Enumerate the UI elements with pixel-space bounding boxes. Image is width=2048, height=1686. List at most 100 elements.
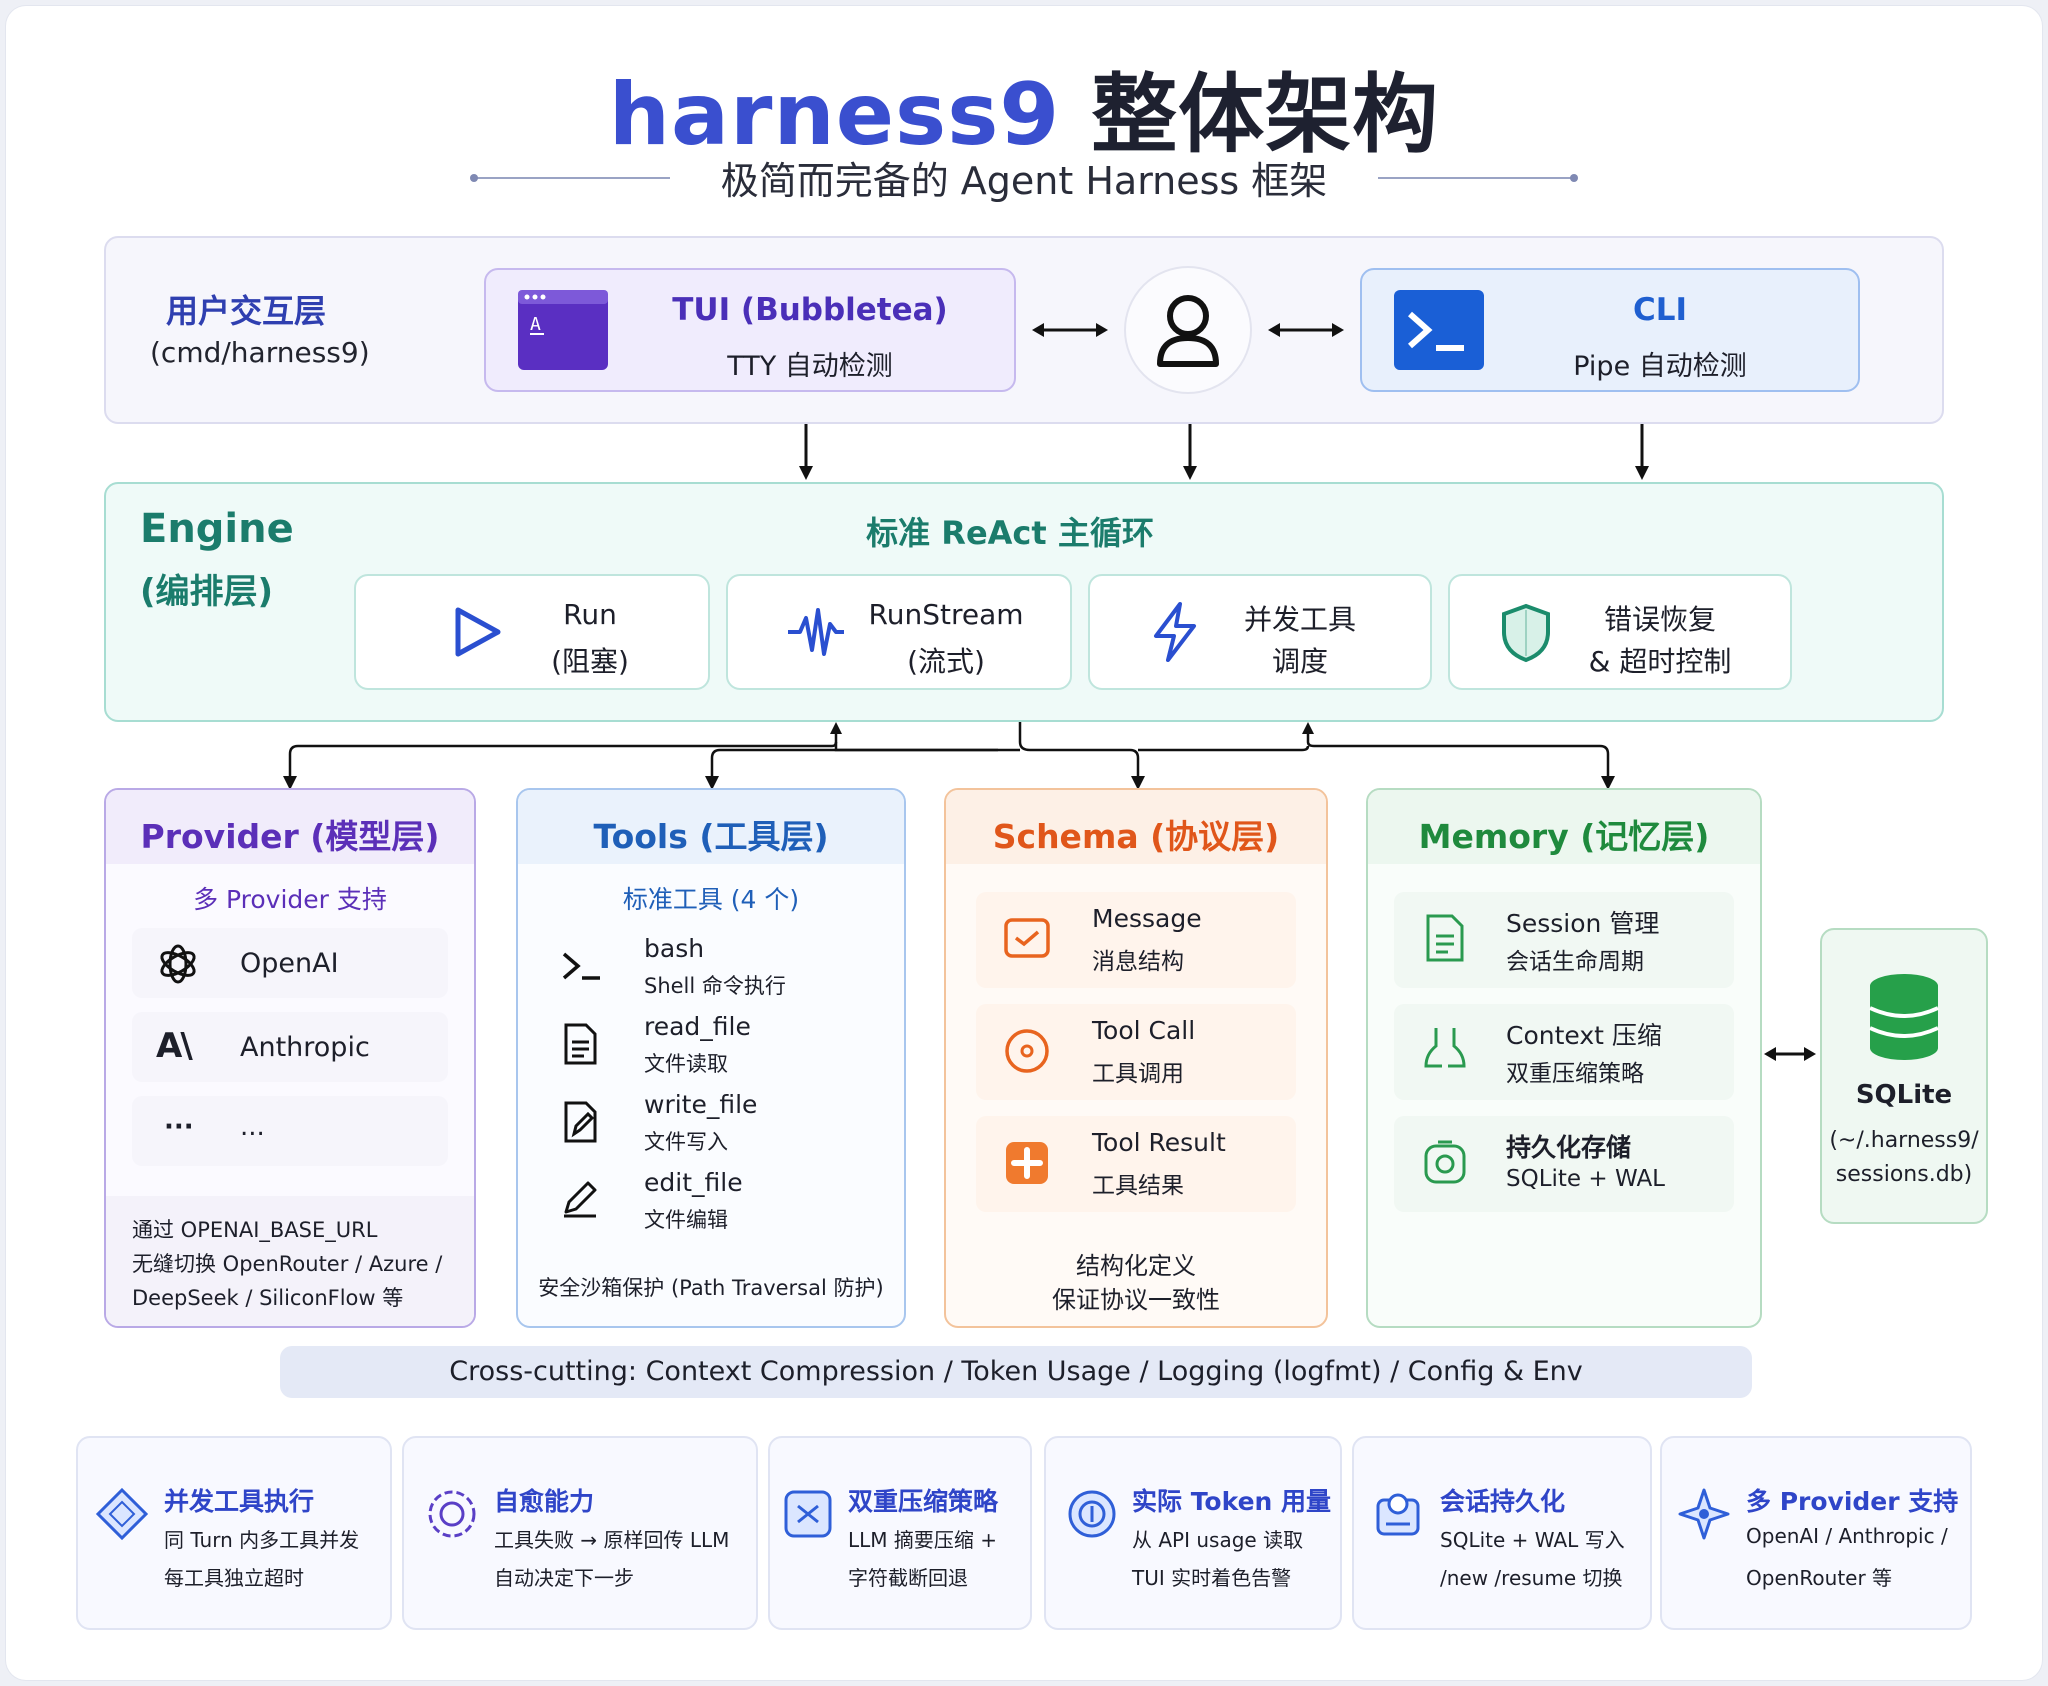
tool-read-desc: 文件读取 — [644, 1052, 728, 1076]
shield-icon — [1498, 602, 1554, 664]
tool-edit-name: edit_file — [644, 1168, 743, 1197]
engine-run-l2: (阻塞) — [551, 645, 629, 678]
engine-recovery-l1: 错误恢复 — [1603, 603, 1716, 636]
engine-loop-title: 标准 ReAct 主循环 — [866, 514, 1154, 552]
memory-context-name: Context 压缩 — [1506, 1021, 1662, 1050]
memory-session-name: Session 管理 — [1506, 909, 1660, 938]
arrow-user-cli — [1266, 318, 1346, 342]
feature-3-title: 双重压缩策略 — [848, 1487, 999, 1516]
tui-window-icon: A — [518, 290, 608, 370]
page-subtitle: 极简而完备的 Agent Harness 框架 — [720, 159, 1328, 203]
engine-run-l1: Run — [563, 598, 617, 631]
feature-5-l2: /new /resume 切换 — [1440, 1566, 1623, 1590]
feature-1-l2: 每工具独立超时 — [164, 1566, 304, 1590]
feature-6-title: 多 Provider 支持 — [1746, 1487, 1959, 1516]
provider-anthropic-name: Anthropic — [240, 1032, 370, 1063]
engine-sub: (编排层) — [140, 572, 274, 612]
feature-4-l2: TUI 实时着色告警 — [1132, 1566, 1292, 1590]
tools-title: Tools (工具层) — [593, 817, 829, 856]
feature-2-title: 自愈能力 — [494, 1487, 595, 1516]
provider-openai-name: OpenAI — [240, 948, 339, 979]
waveform-icon — [786, 604, 846, 660]
user-avatar — [1124, 266, 1252, 394]
feature-4-title: 实际 Token 用量 — [1132, 1487, 1332, 1516]
storage-icon — [1422, 1138, 1468, 1188]
target-icon — [1002, 1026, 1052, 1076]
tool-bash-desc: Shell 命令执行 — [644, 974, 786, 998]
user-layer-name: 用户交互层 — [166, 292, 327, 330]
engine-recovery-l2: & 超时控制 — [1588, 645, 1732, 678]
feature-6-l2: OpenRouter 等 — [1746, 1566, 1893, 1590]
puzzle-icon — [1002, 1138, 1052, 1188]
network-icon — [1676, 1486, 1732, 1542]
schema-toolcall-name: Tool Call — [1092, 1016, 1196, 1045]
feature-3-l1: LLM 摘要压缩 + — [848, 1528, 998, 1552]
feature-3-l2: 字符截断回退 — [848, 1566, 968, 1590]
arrow-down-2 — [1178, 424, 1202, 482]
feature-1-title: 并发工具执行 — [164, 1487, 315, 1516]
schema-note-2: 保证协议一致性 — [1052, 1286, 1220, 1314]
tool-write-name: write_file — [644, 1090, 758, 1119]
memory-storage-name: 持久化存储 — [1506, 1133, 1632, 1162]
cli-sub: Pipe 自动检测 — [1573, 351, 1747, 382]
diamond-icon — [94, 1486, 150, 1542]
document-icon — [560, 1022, 600, 1066]
provider-note-1: 通过 OPENAI_BASE_URL — [132, 1218, 378, 1242]
schema-title: Schema (协议层) — [992, 817, 1280, 856]
provider-title: Provider (模型层) — [140, 817, 440, 856]
provider-more-name: ... — [240, 1112, 265, 1142]
feature-2-l2: 自动决定下一步 — [494, 1566, 634, 1590]
database-icon — [1866, 972, 1942, 1062]
schema-note-1: 结构化定义 — [1076, 1252, 1196, 1280]
feature-5-l1: SQLite + WAL 写入 — [1440, 1528, 1625, 1552]
heal-icon — [424, 1486, 480, 1542]
tools-subtitle: 标准工具 (4 个) — [622, 885, 800, 914]
tool-write-desc: 文件写入 — [644, 1130, 728, 1154]
tui-sub: TTY 自动检测 — [727, 351, 893, 382]
lightning-icon — [1150, 602, 1200, 662]
memory-title: Memory (记忆层) — [1418, 817, 1710, 856]
memory-context-desc: 双重压缩策略 — [1506, 1061, 1644, 1087]
provider-more-mark: ··· — [164, 1112, 194, 1142]
tools-note: 安全沙箱保护 (Path Traversal 防护) — [538, 1276, 884, 1300]
openai-icon — [156, 942, 200, 986]
svg-text:A: A — [530, 314, 541, 335]
compress-box-icon — [780, 1486, 836, 1542]
feature-1-l1: 同 Turn 内多工具并发 — [164, 1528, 360, 1552]
arrow-memory-sqlite — [1762, 1042, 1818, 1066]
schema-message-name: Message — [1092, 904, 1202, 933]
schema-toolresult-desc: 工具结果 — [1092, 1173, 1184, 1199]
engine-concurrency-l1: 并发工具 — [1243, 603, 1356, 636]
sqlite-path-1: (~/.harness9/ — [1829, 1128, 1979, 1153]
provider-subtitle: 多 Provider 支持 — [193, 885, 387, 914]
tool-read-name: read_file — [644, 1012, 751, 1041]
sqlite-path-2: sessions.db) — [1835, 1162, 1973, 1187]
cli-title: CLI — [1632, 292, 1688, 328]
feature-6-l1: OpenAI / Anthropic / — [1746, 1524, 1948, 1548]
feature-5-title: 会话持久化 — [1440, 1487, 1566, 1516]
arrow-down-1 — [794, 424, 818, 482]
engine-runstream-l1: RunStream — [868, 598, 1024, 631]
feature-4-l1: 从 API usage 读取 — [1132, 1528, 1304, 1552]
play-icon — [448, 604, 504, 660]
session-icon — [1422, 912, 1468, 964]
engine-layer-connectors — [0, 722, 2048, 792]
user-icon — [1157, 295, 1219, 367]
user-layer-path: (cmd/harness9) — [150, 336, 370, 369]
compress-icon — [1422, 1024, 1468, 1076]
edit-document-icon — [560, 1100, 600, 1144]
engine-runstream-l2: (流式) — [907, 645, 985, 678]
tool-bash-name: bash — [644, 934, 705, 963]
memory-storage-desc: SQLite + WAL — [1506, 1166, 1666, 1192]
memory-session-desc: 会话生命周期 — [1506, 949, 1644, 975]
cli-terminal-icon — [1394, 290, 1484, 370]
provider-note-3: DeepSeek / SiliconFlow 等 — [132, 1286, 404, 1310]
message-icon — [1002, 914, 1052, 964]
provider-note-2: 无缝切换 OpenRouter / Azure / — [132, 1252, 443, 1276]
schema-toolcall-desc: 工具调用 — [1092, 1061, 1184, 1087]
anthropic-icon: A\ — [156, 1026, 193, 1066]
persist-icon — [1370, 1486, 1426, 1542]
terminal-icon — [560, 946, 604, 986]
engine-name: Engine — [140, 506, 294, 552]
feature-2-l1: 工具失败 → 原样回传 LLM — [494, 1528, 730, 1552]
